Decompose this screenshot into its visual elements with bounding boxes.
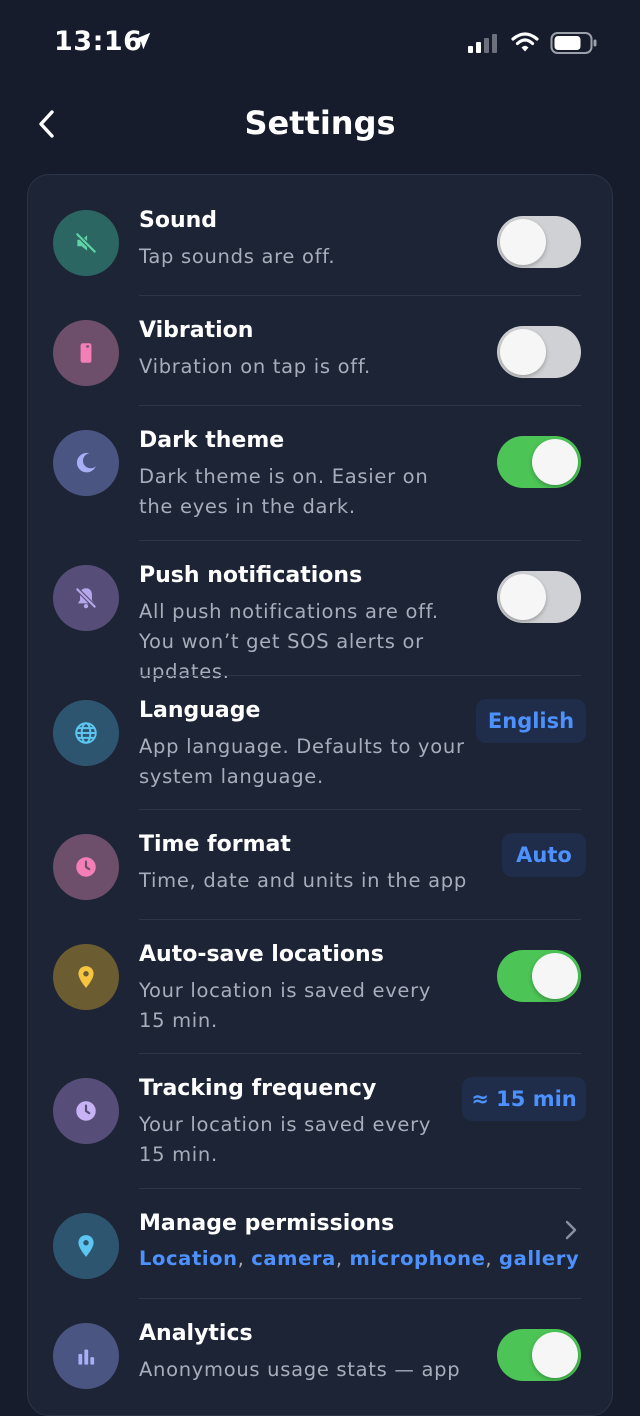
toggle-knob <box>500 329 546 375</box>
setting-row-time-format[interactable]: Time format Time, date and units in the … <box>28 810 612 920</box>
muted-speaker-icon <box>53 210 119 276</box>
battery-icon <box>550 32 597 54</box>
moon-icon <box>53 430 119 496</box>
location-pin-icon <box>53 1213 119 1279</box>
cellular-signal-icon <box>468 34 497 53</box>
nav-header: Settings <box>0 90 640 160</box>
setting-row-push-notifications[interactable]: Push notifications All push notification… <box>28 541 612 683</box>
setting-row-language[interactable]: Language App language. Defaults to your … <box>28 676 612 810</box>
sound-toggle[interactable] <box>497 216 581 268</box>
setting-description: Anonymous usage stats — app <box>139 1358 461 1381</box>
analytics-toggle[interactable] <box>497 1329 581 1381</box>
setting-title: Auto-save locations <box>139 942 384 967</box>
toggle-knob <box>532 953 578 999</box>
setting-title: Vibration <box>139 318 254 343</box>
setting-title: Analytics <box>139 1321 253 1346</box>
location-arrow-icon <box>133 32 151 50</box>
permission-link-camera[interactable]: camera <box>251 1247 336 1270</box>
language-value-chip[interactable]: English <box>476 699 586 743</box>
clock-icon <box>53 1078 119 1144</box>
toggle-knob <box>500 219 546 265</box>
setting-description: Time, date and units in the app <box>139 869 467 892</box>
push-notifications-toggle[interactable] <box>497 571 581 623</box>
status-time: 13:16 <box>54 26 143 57</box>
setting-description: Your location is saved every 15 min. <box>139 979 432 1032</box>
setting-description: App language. Defaults to your system la… <box>139 735 465 788</box>
permission-link-gallery[interactable]: gallery <box>499 1247 579 1270</box>
bell-off-icon <box>53 565 119 631</box>
setting-title: Dark theme <box>139 428 285 453</box>
setting-title: Manage permissions <box>139 1211 395 1236</box>
setting-description: Dark theme is on. Easier on the eyes in … <box>139 465 429 518</box>
permission-link-microphone[interactable]: microphone <box>349 1247 485 1270</box>
auto-save-locations-toggle[interactable] <box>497 950 581 1002</box>
separator: , <box>485 1247 500 1270</box>
setting-row-sound[interactable]: Sound Tap sounds are off. <box>28 175 612 296</box>
permission-link-location[interactable]: Location <box>139 1247 238 1270</box>
separator: , <box>237 1247 252 1270</box>
phone-vibrate-icon <box>53 320 119 386</box>
setting-row-manage-permissions[interactable]: Manage permissions Location, camera, mic… <box>28 1189 612 1299</box>
time-format-value-chip[interactable]: Auto <box>502 833 586 877</box>
setting-row-dark-theme[interactable]: Dark theme Dark theme is on. Easier on t… <box>28 406 612 541</box>
wifi-icon <box>511 32 539 52</box>
setting-title: Tracking frequency <box>139 1076 377 1101</box>
location-pin-icon <box>53 944 119 1010</box>
vibration-toggle[interactable] <box>497 326 581 378</box>
bar-chart-icon <box>53 1323 119 1389</box>
toggle-knob <box>532 439 578 485</box>
setting-title: Sound <box>139 208 218 233</box>
status-bar: 13:16 <box>0 0 640 86</box>
permission-links: Location, camera, microphone, gallery <box>139 1247 579 1270</box>
chevron-right-icon[interactable] <box>564 1219 578 1241</box>
setting-row-tracking-frequency[interactable]: Tracking frequency Your location is save… <box>28 1054 612 1189</box>
setting-title: Push notifications <box>139 563 363 588</box>
tracking-frequency-value-chip[interactable]: ≈ 15 min <box>462 1077 586 1121</box>
page-title: Settings <box>244 104 396 142</box>
toggle-knob <box>500 574 546 620</box>
globe-icon <box>53 700 119 766</box>
setting-row-auto-save-locations[interactable]: Auto-save locations Your location is sav… <box>28 920 612 1054</box>
setting-description: Your location is saved every 15 min. <box>139 1113 432 1166</box>
settings-card: Sound Tap sounds are off. Vibration Vibr… <box>27 174 613 1416</box>
separator: , <box>335 1247 350 1270</box>
toggle-knob <box>532 1332 578 1378</box>
setting-description: Vibration on tap is off. <box>139 355 371 378</box>
clock-icon <box>53 834 119 900</box>
setting-row-analytics[interactable]: Analytics Anonymous usage stats — app <box>28 1299 612 1415</box>
setting-title: Language <box>139 698 261 723</box>
setting-description: Tap sounds are off. <box>139 245 336 268</box>
setting-title: Time format <box>139 832 291 857</box>
dark-theme-toggle[interactable] <box>497 436 581 488</box>
setting-description: All push notifications are off. You won’… <box>139 600 439 683</box>
setting-row-vibration[interactable]: Vibration Vibration on tap is off. <box>28 296 612 406</box>
